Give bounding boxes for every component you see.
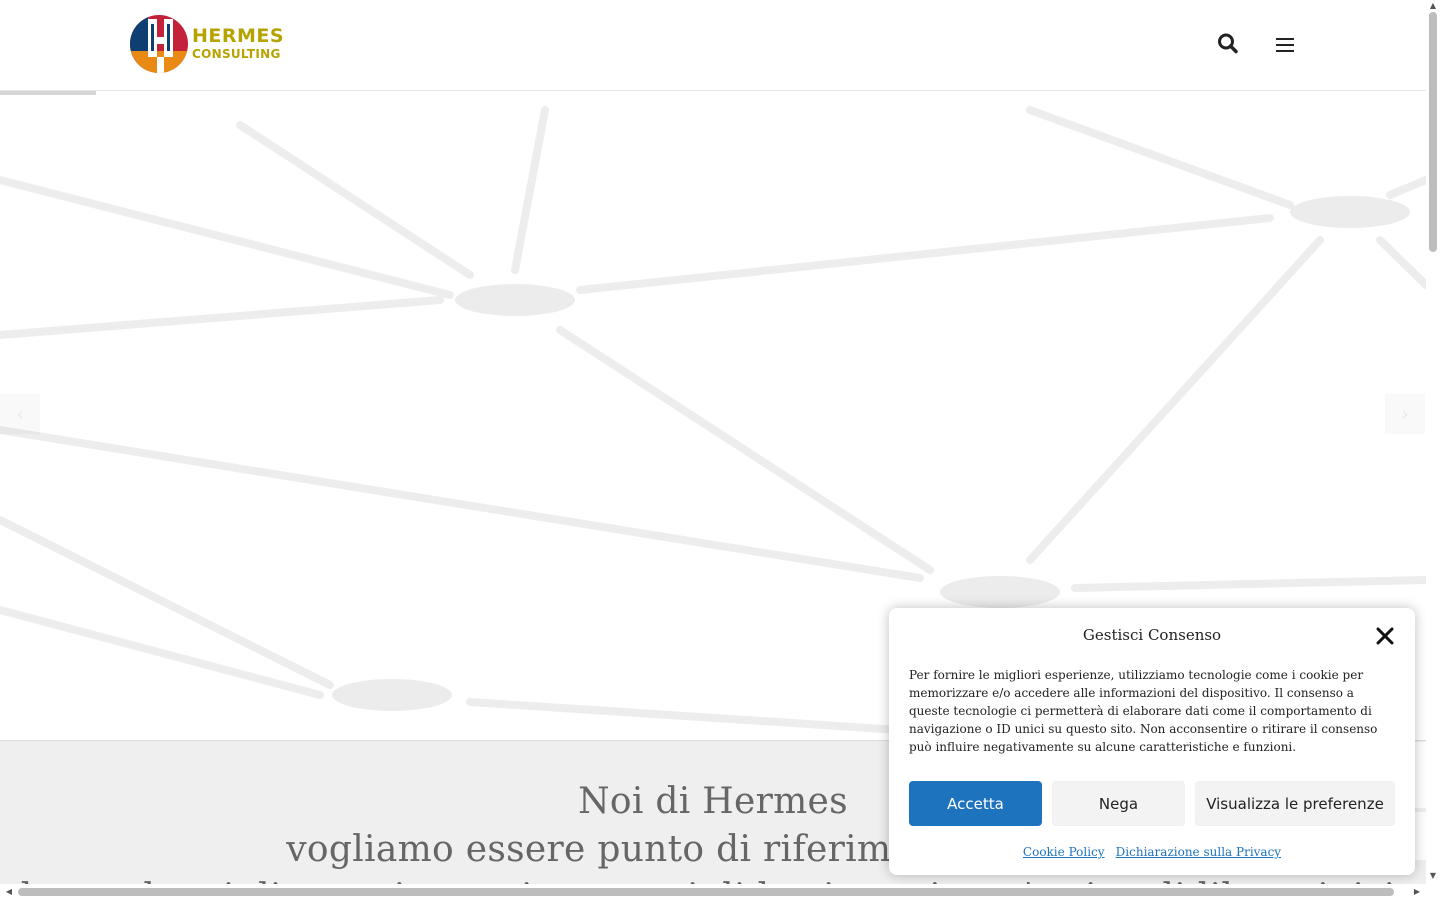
cookie-banner-title: Gestisci Consenso (1082, 626, 1222, 644)
accept-button[interactable]: Accetta (909, 781, 1042, 826)
scrollbar-corner (1426, 884, 1440, 900)
hermes-consulting-logo[interactable]: HERMES CONSULTING (130, 15, 284, 75)
hamburger-menu-icon (1276, 38, 1294, 40)
cookie-policy-link[interactable]: Cookie Policy (1023, 845, 1105, 859)
side-widget-fragment (1415, 742, 1426, 808)
scroll-down-arrow-icon[interactable]: ▼ (1426, 870, 1440, 882)
slider-prev-arrow[interactable]: ‹ (0, 394, 40, 434)
scroll-right-arrow-icon[interactable]: ▶ (1410, 884, 1424, 900)
close-button[interactable] (1375, 626, 1395, 646)
logo-text-hermes: HERMES (192, 25, 285, 47)
hamburger-menu-icon (1276, 44, 1294, 46)
vertical-scrollbar-thumb[interactable] (1429, 12, 1437, 252)
horizontal-scrollbar-thumb[interactable] (18, 888, 1394, 896)
search-button[interactable] (1216, 32, 1240, 56)
site-header: HERMES CONSULTING (0, 0, 1426, 91)
scroll-left-arrow-icon[interactable]: ◀ (2, 884, 16, 900)
scroll-up-arrow-icon[interactable]: ▲ (1426, 0, 1440, 12)
search-icon (1218, 33, 1238, 54)
cookie-banner-message: Per fornire le migliori esperienze, util… (909, 668, 1378, 754)
close-icon (1376, 627, 1394, 645)
view-preferences-button[interactable]: Visualizza le preferenze (1195, 781, 1395, 826)
hamburger-menu-icon (1276, 50, 1294, 52)
deny-button[interactable]: Nega (1052, 781, 1185, 826)
horizontal-scrollbar[interactable]: ◀ ▶ (0, 884, 1426, 900)
logo-mark-icon (130, 15, 188, 73)
cookie-consent-banner: Gestisci Consenso Per fornire le miglior… (889, 608, 1415, 875)
privacy-statement-link[interactable]: Dichiarazione sulla Privacy (1116, 845, 1281, 859)
vertical-scrollbar[interactable]: ▲ ▼ (1426, 0, 1440, 884)
menu-button[interactable] (1274, 36, 1296, 54)
cookie-banner-links: Cookie Policy Dichiarazione sulla Privac… (889, 841, 1415, 860)
logo-text-consulting: CONSULTING (192, 47, 281, 61)
slider-next-arrow[interactable]: › (1385, 394, 1425, 434)
